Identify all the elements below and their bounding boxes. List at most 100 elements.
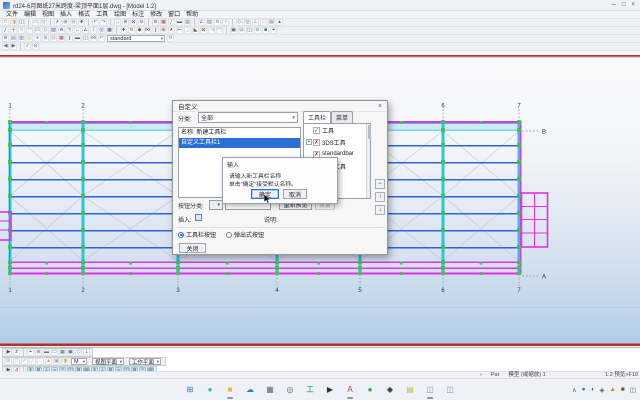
properties-icon[interactable]: ▥: [184, 19, 191, 26]
maximize-icon[interactable]: □: [622, 1, 626, 10]
layer-props-icon[interactable]: ≣: [2, 35, 9, 42]
mode-combo[interactable]: M▾: [71, 358, 87, 365]
circle-icon[interactable]: ○: [18, 27, 25, 34]
preview-icon[interactable]: ⊡: [40, 19, 47, 26]
rotate-icon[interactable]: ↻: [128, 27, 135, 34]
region-icon[interactable]: ■: [262, 27, 269, 34]
store-icon[interactable]: ▦: [264, 383, 277, 396]
text-icon[interactable]: A: [58, 27, 65, 34]
cut-icon[interactable]: ✗: [54, 19, 61, 26]
mesh-tool-icon[interactable]: ▦: [59, 349, 66, 356]
color-icon[interactable]: ▦: [160, 19, 167, 26]
zoom-realtime-icon[interactable]: ⊕: [122, 19, 129, 26]
confirm-icon[interactable]: ✓: [24, 43, 31, 50]
minimize-icon[interactable]: ─: [612, 1, 616, 10]
menu-item[interactable]: 格式: [75, 11, 93, 19]
refresh-icon[interactable]: ↻: [214, 19, 221, 26]
layer-states-icon[interactable]: ◫: [82, 35, 89, 42]
elev-arrow-icon[interactable]: ▲: [45, 358, 52, 365]
radio-icon[interactable]: [226, 232, 232, 238]
tray-network-icon[interactable]: ◈: [599, 386, 604, 394]
style-refresh-icon[interactable]: ↻: [167, 35, 174, 42]
undo-icon[interactable]: ↶: [92, 19, 99, 26]
dark-app-icon[interactable]: ◆: [384, 383, 397, 396]
menu-item[interactable]: 绘图: [111, 11, 129, 19]
pan-icon[interactable]: ↔: [114, 19, 121, 26]
array-icon[interactable]: ⊞: [160, 27, 167, 34]
close-icon[interactable]: ×: [378, 103, 382, 110]
dim-quick-icon[interactable]: ↕: [90, 27, 97, 34]
media-icon[interactable]: ▶: [324, 383, 337, 396]
axis-label-icon[interactable]: z: [13, 349, 20, 356]
dialog-title-bar[interactable]: 自定义 ×: [173, 101, 387, 112]
insert-file-icon[interactable]: [195, 214, 202, 221]
polyline-icon[interactable]: ┼: [10, 27, 17, 34]
paste-icon[interactable]: ⊟: [70, 19, 77, 26]
named-views-icon[interactable]: ◇: [236, 19, 243, 26]
dim-linear-icon[interactable]: ↔: [74, 27, 81, 34]
expand-icon[interactable]: +: [306, 139, 312, 145]
radio-option[interactable]: 工具栏按钮: [178, 230, 216, 239]
close-button[interactable]: 关闭: [179, 243, 206, 253]
draw-line-icon[interactable]: ╱: [29, 358, 36, 365]
list-item[interactable]: 名称: 新建工具栏: [179, 128, 300, 138]
block-icon[interactable]: ▣: [230, 27, 237, 34]
save-icon[interactable]: ◫: [18, 19, 25, 26]
sheet-icon[interactable]: ▤: [268, 19, 275, 26]
rectangle-icon[interactable]: ▭: [34, 27, 41, 34]
move-up-button[interactable]: ↑: [375, 192, 385, 202]
table-icon[interactable]: ▦: [106, 27, 113, 34]
tree-item[interactable]: +✗3DS工具: [304, 136, 370, 148]
check-mode-icon[interactable]: ✓: [21, 358, 28, 365]
plate-tool-icon[interactable]: ▭: [51, 349, 58, 356]
menu-item[interactable]: 编辑: [21, 11, 39, 19]
home-icon[interactable]: ⌂: [260, 19, 267, 26]
measure-icon[interactable]: ⌖: [270, 27, 277, 34]
lineweight-icon[interactable]: ▬: [176, 19, 183, 26]
folder-icon[interactable]: ■: [224, 383, 237, 396]
notes-icon[interactable]: ▤: [404, 383, 417, 396]
lineweight-control-icon[interactable]: ▬: [74, 35, 81, 42]
open-icon[interactable]: ◨: [10, 19, 17, 26]
block-tool-icon[interactable]: ▣: [67, 349, 74, 356]
match-icon[interactable]: ✚: [78, 19, 85, 26]
window-2-icon[interactable]: ◫: [444, 383, 457, 396]
publish-icon[interactable]: ▲: [276, 19, 283, 26]
break-icon[interactable]: ⊣: [208, 27, 215, 34]
tray-battery-icon[interactable]: ■: [621, 386, 625, 393]
tray-sidebar-icon[interactable]: ◫: [630, 386, 636, 394]
erase-icon[interactable]: ⊠: [200, 27, 207, 34]
view-forward-icon[interactable]: ▶: [10, 43, 17, 50]
line-icon[interactable]: ╱: [2, 27, 9, 34]
settings-icon[interactable]: ◎: [284, 383, 297, 396]
arc-icon[interactable]: ◠: [26, 27, 33, 34]
grid-tool-icon[interactable]: ⊞: [35, 349, 42, 356]
category-combo[interactable]: 全部 ▾: [198, 112, 298, 123]
tray-shield-icon[interactable]: ▲: [609, 386, 615, 393]
work-plane-combo[interactable]: 工作平面▾: [129, 358, 161, 365]
menu-item[interactable]: 标注: [129, 11, 147, 19]
menu-item[interactable]: 修改: [147, 11, 165, 19]
render-icon[interactable]: ▨: [206, 19, 213, 26]
beam-tool-icon[interactable]: ▬: [43, 349, 50, 356]
layer-freeze-icon[interactable]: ⊗: [42, 35, 49, 42]
menu-item[interactable]: 插入: [57, 11, 75, 19]
tray-volume-icon[interactable]: ◖: [591, 386, 595, 393]
menu-item[interactable]: 帮助: [183, 11, 201, 19]
scale-icon[interactable]: ◆: [136, 27, 143, 34]
onedrive-icon[interactable]: ☁: [244, 383, 257, 396]
menu-item[interactable]: 视图: [39, 11, 57, 19]
radio-selected-icon[interactable]: [178, 232, 184, 238]
select-box-icon[interactable]: □: [13, 358, 20, 365]
layer-lock-icon[interactable]: ⊡: [50, 35, 57, 42]
button-category-combo[interactable]: ▾: [209, 200, 223, 210]
support-tool-icon[interactable]: ⊥: [83, 349, 90, 356]
close-icon[interactable]: ×: [631, 1, 635, 10]
insert-block-icon[interactable]: ⊡: [238, 27, 245, 34]
tool-green-icon[interactable]: 工: [304, 383, 317, 396]
layer-on-icon[interactable]: ◎: [26, 35, 33, 42]
plot-icon[interactable]: ▭: [32, 19, 39, 26]
tray-chevron-icon[interactable]: ∧: [572, 386, 577, 394]
extend-icon[interactable]: ⊢: [176, 27, 183, 34]
menu-item[interactable]: 工具: [93, 11, 111, 19]
